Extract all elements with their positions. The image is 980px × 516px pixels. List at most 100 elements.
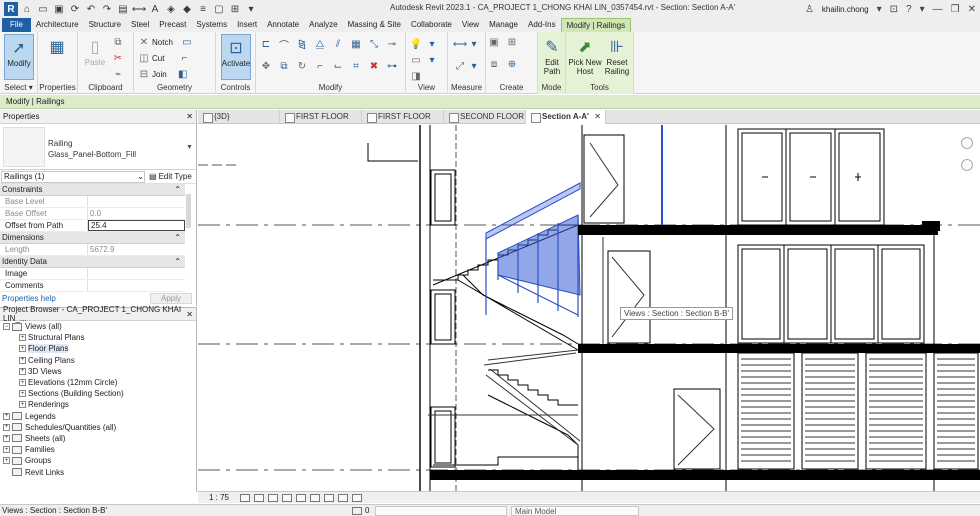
switch-windows-icon[interactable]: ⊞ — [228, 2, 242, 16]
create-parts-icon[interactable]: ⊞ — [506, 36, 518, 48]
join-button[interactable]: ⊟ Join ◧ — [138, 68, 189, 80]
help-icon[interactable]: ? — [906, 4, 912, 15]
browser-node[interactable]: − Views (all) — [0, 321, 196, 332]
scale-icon[interactable]: ⤡ — [368, 38, 380, 50]
reveal-hidden-icon[interactable] — [338, 493, 348, 502]
property-group-header[interactable]: Constraints ⌃ — [0, 184, 185, 196]
tab-insert[interactable]: Insert — [232, 18, 262, 32]
customize-qat-icon[interactable]: ▾ — [244, 2, 258, 16]
cut-button[interactable]: ◫ Cut ⌐ — [138, 52, 190, 64]
linework-icon[interactable]: ▭ — [410, 54, 422, 66]
dimension-tool[interactable]: ⤢ ▾ — [454, 60, 480, 72]
view-dropdown-icon[interactable]: ▾ — [426, 54, 438, 66]
browser-node[interactable]: + Sections (Building Section) — [0, 388, 196, 399]
expand-toggle-icon[interactable]: + — [3, 446, 10, 454]
trim-single-icon[interactable]: ⌙ — [332, 60, 344, 72]
mirror-draw-icon[interactable]: ⧋ — [314, 38, 326, 50]
tab-precast[interactable]: Precast — [154, 18, 191, 32]
hide-element-icon[interactable]: 💡 — [410, 38, 422, 50]
close-tab-icon[interactable]: ✕ — [594, 110, 601, 124]
collapse-icon[interactable]: ⌃ — [174, 185, 181, 194]
property-value[interactable]: 25.4 — [88, 220, 185, 231]
copy-element-icon[interactable]: ⧉ — [278, 60, 290, 72]
browser-node[interactable]: Revit Links — [0, 466, 196, 477]
revit-logo-icon[interactable]: R — [4, 2, 18, 16]
view-tab[interactable]: SECOND FLOOR — [444, 110, 526, 124]
tab-file[interactable]: File — [2, 18, 31, 32]
property-group-header[interactable]: Dimensions ⌃ — [0, 232, 185, 244]
maximize-icon[interactable]: ❐ — [951, 4, 960, 15]
create-assembly-icon[interactable]: ▣ — [488, 36, 500, 48]
tab-add-ins[interactable]: Add-Ins — [523, 18, 561, 32]
create-group-icon[interactable]: ⧈ — [488, 58, 500, 70]
section-icon[interactable]: ◆ — [180, 2, 194, 16]
view-tab[interactable]: {3D} — [198, 110, 280, 124]
expand-toggle-icon[interactable]: + — [19, 356, 26, 364]
open-icon[interactable]: ▭ — [36, 2, 50, 16]
pin-icon[interactable]: ⊸ — [386, 38, 398, 50]
tab-analyze[interactable]: Analyze — [304, 18, 342, 32]
close-window-icon[interactable]: ✕ — [968, 4, 976, 15]
clipboard-tool-cut[interactable]: ✂ — [112, 52, 124, 64]
modify-button[interactable]: ➚ Modify — [4, 34, 34, 80]
type-selector[interactable]: Railing Glass_Panel-Bottom_Fill ▼ — [0, 124, 196, 170]
properties-scrollbar[interactable] — [186, 194, 191, 228]
property-value[interactable]: 0.0 — [88, 208, 185, 219]
design-option-dropdown[interactable]: Main Model — [511, 505, 639, 516]
apply-button[interactable]: Apply — [149, 292, 192, 304]
home-icon[interactable]: ⌂ — [20, 2, 34, 16]
drawing-area[interactable]: Views : Section : Section B-B' — [198, 125, 980, 491]
delete-icon[interactable]: ✖ — [368, 60, 380, 72]
browser-node[interactable]: + Renderings — [0, 399, 196, 410]
tab-steel[interactable]: Steel — [126, 18, 154, 32]
close-hidden-icon[interactable]: ▢ — [212, 2, 226, 16]
text-icon[interactable]: A — [148, 2, 162, 16]
properties-button[interactable]: ▦ — [42, 34, 72, 80]
browser-node[interactable]: +3D Views — [0, 366, 196, 377]
type-dropdown-icon[interactable]: ▼ — [186, 124, 196, 169]
expand-toggle-icon[interactable]: + — [3, 434, 10, 442]
save-icon[interactable]: ▣ — [52, 2, 66, 16]
override-graphics-icon[interactable]: ▾ — [426, 38, 438, 50]
browser-node[interactable]: + Floor Plans — [0, 343, 196, 354]
create-similar-icon[interactable]: ⊕ — [506, 58, 518, 70]
array-icon[interactable]: ▦ — [350, 38, 362, 50]
steering-wheel-icon[interactable] — [961, 137, 973, 149]
view-range-icon[interactable]: ◨ — [410, 70, 422, 82]
properties-help-link[interactable]: Properties help — [2, 294, 56, 303]
activate-button[interactable]: ⊡ Activate — [221, 34, 251, 80]
print-icon[interactable]: ▤ — [116, 2, 130, 16]
expand-toggle-icon[interactable]: + — [3, 423, 10, 431]
measure-tool[interactable]: ⟷ ▾ — [453, 38, 480, 50]
reset-railing-button[interactable]: ⊪ Reset Railing — [602, 34, 632, 80]
browser-node[interactable]: + Sheets (all) — [0, 433, 196, 444]
redo-icon[interactable]: ↷ — [100, 2, 114, 16]
tab-manage[interactable]: Manage — [484, 18, 523, 32]
tab-architecture[interactable]: Architecture — [31, 18, 84, 32]
property-group-header[interactable]: Identity Data ⌃ — [0, 256, 185, 268]
expand-toggle-icon[interactable]: + — [19, 367, 26, 375]
analytical-model-icon[interactable] — [352, 493, 362, 502]
tab-structure[interactable]: Structure — [84, 18, 126, 32]
temporary-hide-icon[interactable] — [324, 493, 334, 502]
expand-toggle-icon[interactable]: + — [3, 412, 10, 420]
help-dropdown-icon[interactable]: ▾ — [920, 4, 925, 15]
tab-view[interactable]: View — [457, 18, 484, 32]
notch-button[interactable]: ✕ Notch ▭ — [138, 36, 193, 48]
minimize-icon[interactable]: — — [933, 4, 943, 15]
zoom-icon[interactable] — [961, 159, 973, 171]
property-value[interactable] — [88, 196, 185, 207]
show-crop-region-icon[interactable] — [310, 493, 320, 502]
unpin-icon[interactable]: ⊶ — [386, 60, 398, 72]
view-tab[interactable]: FIRST FLOOR — [362, 110, 444, 124]
tab-systems[interactable]: Systems — [191, 18, 232, 32]
collapse-toggle-icon[interactable]: − — [3, 323, 10, 331]
property-value[interactable] — [88, 268, 185, 279]
expand-toggle-icon[interactable]: + — [19, 401, 26, 409]
cart-icon[interactable]: ⊡ — [890, 4, 898, 15]
project-browser-close-icon[interactable]: ✕ — [186, 310, 193, 319]
clipboard-tool-match[interactable]: ⌁ — [112, 68, 124, 80]
properties-close-icon[interactable]: ✕ — [186, 112, 193, 121]
detail-level-icon[interactable] — [240, 493, 250, 502]
split-icon[interactable]: ⫽ — [332, 38, 344, 50]
